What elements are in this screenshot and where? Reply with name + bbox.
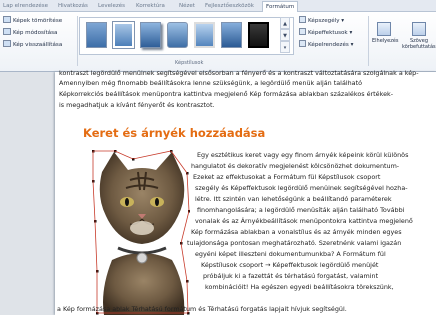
style-thumb[interactable] <box>167 22 188 48</box>
gallery-up-icon[interactable]: ▲ <box>280 17 290 29</box>
wrap-text-label: Szöveg körbefuttatása <box>402 38 436 50</box>
ribbon-separator <box>77 16 78 66</box>
position-icon <box>377 22 391 36</box>
picture-layout-label: Képelrendezés <box>308 42 349 48</box>
body-line: Ezeket az effektusokat a Formátum fül Ké… <box>193 173 381 181</box>
wrap-text-icon <box>412 22 426 36</box>
body-line: Kép formázása ablakban a vonalstílus és … <box>191 228 402 236</box>
body-line: a Kép formázása ablak Térhatású formátum… <box>57 305 347 313</box>
wrap-text-button[interactable]: Szöveg körbefuttatása <box>402 22 436 58</box>
change-picture-icon <box>3 28 11 35</box>
effects-icon <box>299 28 306 35</box>
picture-border-label: Képszegély <box>308 18 340 24</box>
layout-icon <box>299 40 306 47</box>
change-picture-label: Kép módosítása <box>13 30 58 36</box>
style-thumb[interactable] <box>140 22 161 48</box>
tab-review[interactable]: Korrektúra <box>133 1 168 12</box>
position-label: Elhelyezés <box>372 38 399 44</box>
ribbon: Képek tömörítése Kép módosítása Kép viss… <box>0 12 436 72</box>
body-line: próbáljuk ki a fazettát és térhatású for… <box>203 272 379 280</box>
body-line: tulajdonsága pontosan meghatározható. Sz… <box>187 239 402 247</box>
style-thumb[interactable] <box>86 22 107 48</box>
gallery-scroll[interactable]: ▲ ▼ ▾ <box>280 17 290 55</box>
group-label-picture-styles: Képstílusok <box>175 60 204 66</box>
tab-view[interactable]: Nézet <box>176 1 198 12</box>
border-icon <box>299 16 306 23</box>
reset-picture-button[interactable]: Kép visszaállítása <box>3 40 62 51</box>
position-button[interactable]: Elhelyezés <box>372 22 399 58</box>
body-line: Egy esztétikus keret vagy egy finom árny… <box>197 151 409 159</box>
tab-format[interactable]: Formátum <box>262 1 299 12</box>
tab-references[interactable]: Hivatkozás <box>55 1 91 12</box>
style-thumb[interactable] <box>194 22 215 48</box>
tab-mailings[interactable]: Levelezés <box>95 1 128 12</box>
body-line: is megadhatjuk a kívánt fényerőt és kont… <box>59 101 215 109</box>
cat-picture[interactable] <box>92 150 190 315</box>
change-picture-button[interactable]: Kép módosítása <box>3 28 57 39</box>
body-line: kontraszt legördülő menüinek segítségéve… <box>59 69 419 77</box>
tab-developer[interactable]: Fejlesztőeszközök <box>202 1 257 12</box>
picture-styles-gallery[interactable] <box>79 17 294 55</box>
body-line: hangulatot és dekoratív megjelenést kölc… <box>191 162 400 170</box>
style-thumb[interactable] <box>113 22 134 48</box>
compress-icon <box>3 16 11 23</box>
style-thumb[interactable] <box>248 22 269 48</box>
picture-layout-button[interactable]: Képelrendezés ▾ <box>299 40 353 51</box>
ribbon-tabs: Lap elrendezése Hivatkozás Levelezés Kor… <box>0 0 436 12</box>
gallery-down-icon[interactable]: ▼ <box>280 29 290 41</box>
body-line: szegély és Képeffektusok legördülő menüi… <box>195 184 408 192</box>
gallery-more-icon[interactable]: ▾ <box>280 41 290 53</box>
picture-border-button[interactable]: Képszegély ▾ <box>299 16 344 27</box>
ribbon-separator <box>368 16 369 66</box>
body-line: Amennyiben még finomabb beállításokra le… <box>59 79 363 87</box>
picture-effects-label: Képeffektusok <box>308 30 348 36</box>
reset-picture-icon <box>3 40 11 47</box>
compress-pictures-label: Képek tömörítése <box>13 18 63 24</box>
body-line: létre. Itt szintén van lehetőségünk a be… <box>195 195 392 203</box>
reset-picture-label: Kép visszaállítása <box>13 42 63 48</box>
body-line: egyéni képet illeszteni dokumentumunkba?… <box>195 250 386 258</box>
style-thumb[interactable] <box>221 22 242 48</box>
compress-pictures-button[interactable]: Képek tömörítése <box>3 16 62 27</box>
picture-effects-button[interactable]: Képeffektusok ▾ <box>299 28 352 39</box>
body-line: finomhangolására; a legördülő menüsíták … <box>197 206 405 214</box>
tab-page-layout[interactable]: Lap elrendezése <box>0 1 51 12</box>
body-line: vonalak és az Árnyékbeállítások menüpont… <box>195 217 413 225</box>
body-line: Képstílusok csoport → Képeffektusok legö… <box>201 261 379 269</box>
section-heading: Keret és árnyék hozzáadása <box>83 126 266 140</box>
body-line: kombinációit! Ha egészen egyedi beállítá… <box>205 283 394 291</box>
document-page[interactable]: kontraszt legördülő menüinek segítségéve… <box>55 69 436 315</box>
body-line: Képkorrekciós beállítások menüpontra kat… <box>59 90 394 98</box>
